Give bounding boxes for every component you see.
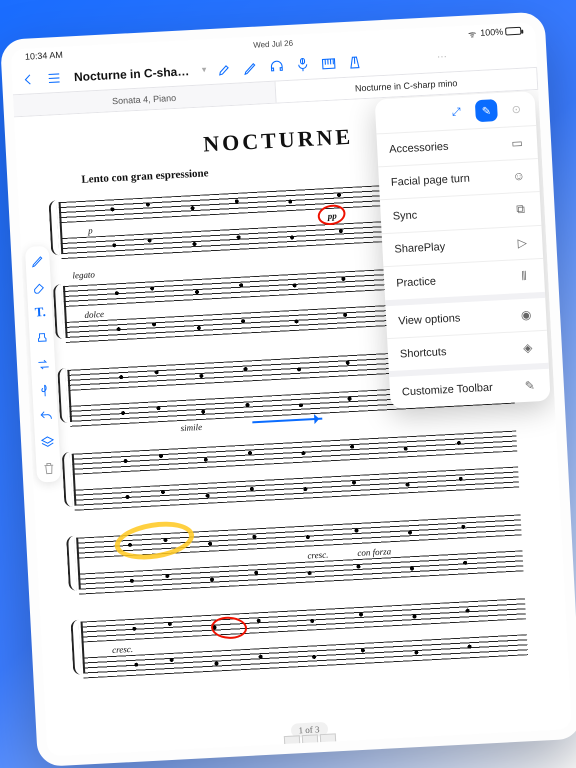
title-chevron-icon[interactable]: ▾ [202, 64, 207, 75]
face-icon: ☺ [510, 169, 527, 184]
undo-tool-icon[interactable] [37, 408, 54, 425]
wifi-icon: ᯤ [468, 27, 477, 40]
status-right: ᯤ 100% [468, 24, 522, 40]
swap-tool-icon[interactable] [35, 356, 52, 373]
back-icon[interactable] [20, 71, 37, 88]
status-date: Wed Jul 26 [253, 38, 293, 49]
shortcuts-icon: ◈ [519, 340, 536, 355]
practice-icon: ⫴ [516, 268, 533, 284]
toolbar-grabber[interactable]: ⋯ [372, 48, 514, 66]
dynamic-p: p [88, 225, 93, 235]
overflow-menu: ⤢ ✎ ⊙ Accessories▭ Facial page turn☺ Syn… [375, 91, 551, 409]
clef-tool-icon[interactable] [36, 382, 53, 399]
stamp-tool-icon[interactable] [33, 330, 50, 347]
pencil-tool-icon[interactable] [29, 252, 46, 269]
layers-tool-icon[interactable] [39, 434, 56, 451]
microphone-icon[interactable] [294, 56, 311, 73]
edit-mode-button[interactable]: ✎ [475, 99, 498, 122]
text-tool-icon[interactable]: T. [32, 304, 49, 321]
metronome-icon[interactable] [346, 54, 363, 71]
content-area: ⤢ ✎ ⊙ Accessories▭ Facial page turn☺ Syn… [14, 90, 572, 757]
battery-indicator: 100% [480, 26, 521, 38]
status-time: 10:34 AM [25, 50, 64, 62]
expr-cresc: cresc. [307, 550, 328, 561]
system-5: cresc. con forza [76, 509, 524, 598]
list-icon[interactable] [46, 69, 63, 86]
document-title[interactable]: Nocturne in C-sharp m… [74, 63, 195, 83]
pen-icon[interactable] [242, 59, 259, 76]
highlighter-icon[interactable] [216, 60, 233, 77]
shareplay-icon: ▷ [514, 236, 531, 251]
expr-dolce: dolce [84, 309, 104, 320]
expand-icon[interactable]: ⤢ [445, 101, 468, 124]
wrench-icon: ✎ [521, 378, 538, 393]
system-4 [71, 426, 519, 515]
accessories-icon: ▭ [509, 136, 526, 151]
expr-simile: simile [180, 422, 202, 433]
eraser-tool-icon[interactable] [31, 278, 48, 295]
ipad-device: 10:34 AM Wed Jul 26 ᯤ 100% Nocturne in C… [0, 11, 576, 767]
sync-icon: ⧉ [512, 202, 529, 218]
expr-cresc2: cresc. [112, 644, 133, 655]
piano-icon[interactable] [320, 55, 337, 72]
trash-tool-icon[interactable] [40, 460, 57, 477]
expr-conforza: con forza [357, 546, 391, 558]
system-6: cresc. [80, 593, 528, 682]
eye-icon: ◉ [518, 307, 535, 322]
more-icon[interactable]: ⊙ [505, 98, 528, 121]
headphones-icon[interactable] [268, 58, 285, 75]
page-thumbnails[interactable] [283, 733, 336, 748]
